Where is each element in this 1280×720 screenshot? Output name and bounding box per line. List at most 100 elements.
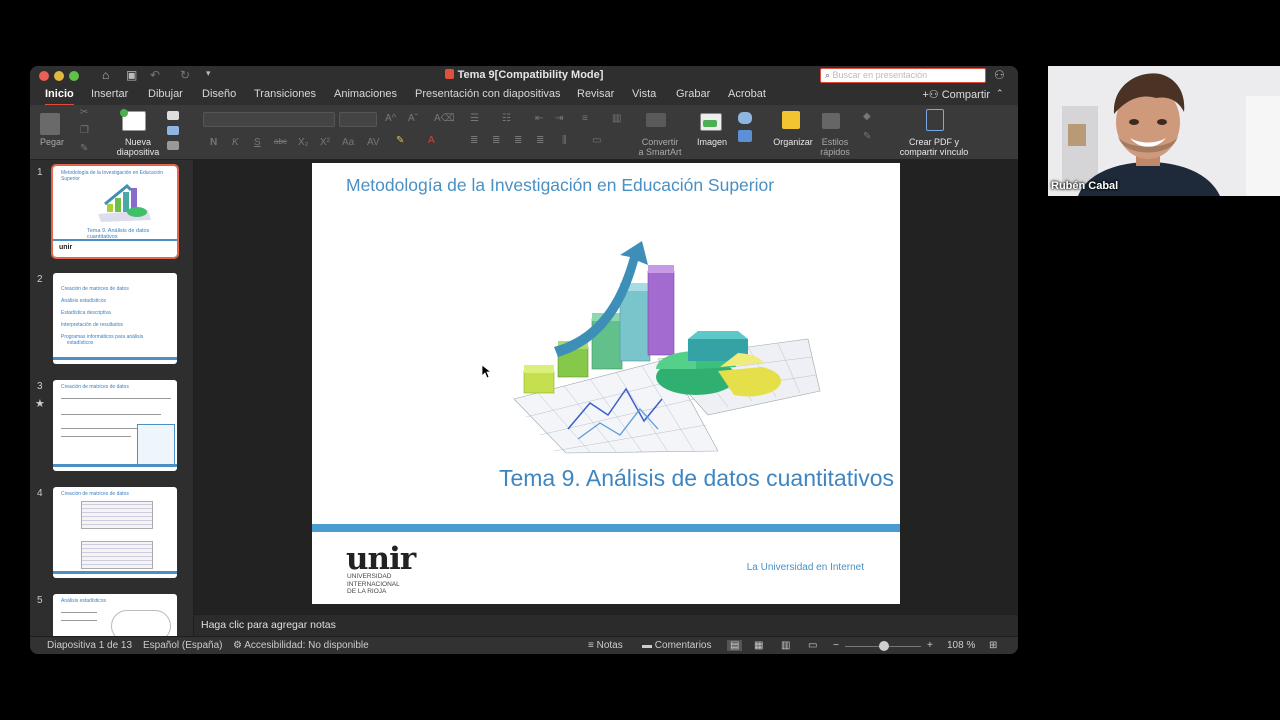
- section-icon[interactable]: [167, 141, 179, 150]
- tab-animaciones[interactable]: Animaciones: [334, 88, 397, 100]
- align-center-icon[interactable]: ≣: [492, 135, 500, 146]
- tab-grabar[interactable]: Grabar: [676, 88, 710, 100]
- slideshow-icon[interactable]: ▭: [808, 640, 817, 651]
- thumbnail-slide-2[interactable]: Creación de matrices de datos Análisis e…: [53, 273, 177, 364]
- underline-icon[interactable]: S: [254, 137, 261, 148]
- slide-footer-bar: [312, 524, 900, 532]
- smartart-label-2: a SmartArt: [638, 147, 682, 157]
- increase-font-icon[interactable]: A^: [385, 113, 396, 124]
- accessibility-status[interactable]: ⚙ Accesibilidad: No disponible: [233, 640, 369, 651]
- align-right-icon[interactable]: ≣: [514, 135, 522, 146]
- quick-styles-icon[interactable]: [822, 113, 840, 129]
- unir-logo-subtitle: UNIVERSIDAD INTERNACIONAL DE LA RIOJA: [347, 573, 400, 595]
- notes-placeholder[interactable]: Haga clic para agregar notas: [201, 619, 336, 631]
- align-left-icon[interactable]: ≣: [470, 135, 478, 146]
- decrease-indent-icon[interactable]: ⇤: [535, 113, 543, 124]
- tab-presentacion[interactable]: Presentación con diapositivas: [415, 88, 561, 100]
- format-painter-icon[interactable]: ✎: [80, 143, 88, 154]
- fit-to-window-icon[interactable]: ⊞: [989, 640, 997, 651]
- tab-revisar[interactable]: Revisar: [577, 88, 614, 100]
- thumbnail-table-graphic: [81, 541, 153, 569]
- thumbnail-slide-4[interactable]: Creación de matrices de datos: [53, 487, 177, 578]
- columns-icon[interactable]: ▥: [612, 113, 621, 124]
- zoom-out-icon[interactable]: −: [833, 640, 839, 651]
- italic-icon[interactable]: K: [232, 137, 239, 148]
- clear-format-icon[interactable]: A⌫: [434, 113, 455, 124]
- participant-name: Rubén Cabal: [1051, 180, 1119, 192]
- highlight-icon[interactable]: ✎: [396, 135, 404, 146]
- thumbnail-number: 5: [37, 595, 43, 606]
- search-input[interactable]: ⌕ Buscar en presentación: [820, 68, 986, 83]
- numbering-icon[interactable]: ☷: [502, 113, 511, 124]
- font-color-icon[interactable]: A: [428, 135, 435, 146]
- bold-icon[interactable]: N: [210, 137, 217, 148]
- document-icon: [444, 69, 454, 79]
- ribbon-tabs: Inicio Insertar Dibujar Diseño Transicio…: [30, 85, 1018, 106]
- tab-vista[interactable]: Vista: [632, 88, 656, 100]
- thumbnail-slide-5[interactable]: Análisis estadísticos: [53, 594, 177, 636]
- create-pdf-icon[interactable]: [926, 109, 944, 131]
- notes-toggle-button[interactable]: ≡ Notas: [588, 640, 623, 651]
- thumbnail-bullet: Análisis estadísticos: [61, 298, 107, 304]
- font-family-select[interactable]: [203, 112, 335, 127]
- slide-sorter-icon[interactable]: ▦: [754, 640, 763, 651]
- notes-icon: ≡: [588, 640, 597, 651]
- chart-graphic-icon: [98, 183, 151, 222]
- thumbnail-shape-graphic: [111, 610, 171, 636]
- slide-subtitle[interactable]: Tema 9. Análisis de datos cuantitativos: [499, 465, 894, 492]
- slide-title[interactable]: Metodología de la Investigación en Educa…: [346, 175, 774, 196]
- decrease-font-icon[interactable]: Aˇ: [408, 113, 418, 124]
- strikethrough-icon[interactable]: abc: [274, 137, 287, 146]
- align-text-icon[interactable]: ▭: [592, 135, 601, 146]
- tab-diseno[interactable]: Diseño: [202, 88, 236, 100]
- share-button[interactable]: +⚇ Compartir: [922, 88, 990, 101]
- justify-icon[interactable]: ≣: [536, 135, 544, 146]
- thumbnail-slide-1[interactable]: Metodología de la Investigación en Educa…: [51, 164, 179, 259]
- layout-icon[interactable]: [167, 111, 179, 120]
- increase-indent-icon[interactable]: ⇥: [555, 113, 563, 124]
- create-pdf-label-1: Crear PDF y: [908, 137, 959, 147]
- shape-outline-icon[interactable]: ✎: [863, 131, 871, 142]
- chart-illustration: [513, 241, 821, 454]
- zoom-slider-handle[interactable]: [879, 641, 889, 651]
- tab-transiciones[interactable]: Transiciones: [254, 88, 316, 100]
- font-size-select[interactable]: [339, 112, 377, 127]
- cut-icon[interactable]: ✂: [80, 107, 88, 118]
- change-case-icon[interactable]: Aa: [342, 137, 354, 148]
- thumbnail-text-line: [61, 612, 97, 613]
- shapes-icon[interactable]: [738, 112, 752, 124]
- normal-view-icon[interactable]: ▤: [727, 640, 743, 651]
- arrange-label: Organizar: [773, 137, 813, 147]
- language-indicator[interactable]: Español (España): [143, 640, 223, 651]
- tab-acrobat[interactable]: Acrobat: [728, 88, 766, 100]
- quick-styles-label-2: rápidos: [820, 147, 850, 157]
- thumbnail-slide-3[interactable]: Creación de matrices de datos: [53, 380, 177, 471]
- zoom-in-icon[interactable]: +: [927, 640, 933, 651]
- shape-fill-icon[interactable]: ◆: [863, 111, 871, 122]
- bullets-icon[interactable]: ☰: [470, 113, 479, 124]
- copy-icon[interactable]: ❐: [80, 125, 89, 136]
- collapse-ribbon-icon[interactable]: ⌃: [996, 88, 1004, 99]
- comments-button[interactable]: ▬ Comentarios: [642, 640, 711, 651]
- smartart-icon[interactable]: [646, 113, 666, 127]
- slide-canvas[interactable]: Metodología de la Investigación en Educa…: [194, 160, 1018, 614]
- notes-pane[interactable]: Haga clic para agregar notas: [194, 614, 1018, 637]
- text-direction-icon[interactable]: ⫼: [562, 135, 567, 146]
- arrange-icon[interactable]: [782, 111, 800, 129]
- tab-insertar[interactable]: Insertar: [91, 88, 128, 100]
- tab-inicio[interactable]: Inicio: [45, 88, 74, 106]
- superscript-icon[interactable]: X²: [320, 137, 330, 148]
- reading-view-icon[interactable]: ▥: [781, 640, 790, 651]
- character-spacing-icon[interactable]: AV: [367, 137, 380, 148]
- zoom-level[interactable]: 108 %: [947, 640, 975, 651]
- text-box-icon[interactable]: [738, 130, 752, 142]
- search-icon: ⌕: [825, 70, 833, 80]
- subscript-icon[interactable]: X₂: [298, 137, 309, 148]
- current-slide[interactable]: Metodología de la Investigación en Educa…: [312, 163, 900, 604]
- thumbnail-text-line: [61, 620, 97, 621]
- account-icon[interactable]: ⚇: [994, 68, 1005, 82]
- paste-icon[interactable]: [40, 113, 60, 135]
- line-spacing-icon[interactable]: ≡: [582, 113, 588, 124]
- reset-icon[interactable]: [167, 126, 179, 135]
- tab-dibujar[interactable]: Dibujar: [148, 88, 183, 100]
